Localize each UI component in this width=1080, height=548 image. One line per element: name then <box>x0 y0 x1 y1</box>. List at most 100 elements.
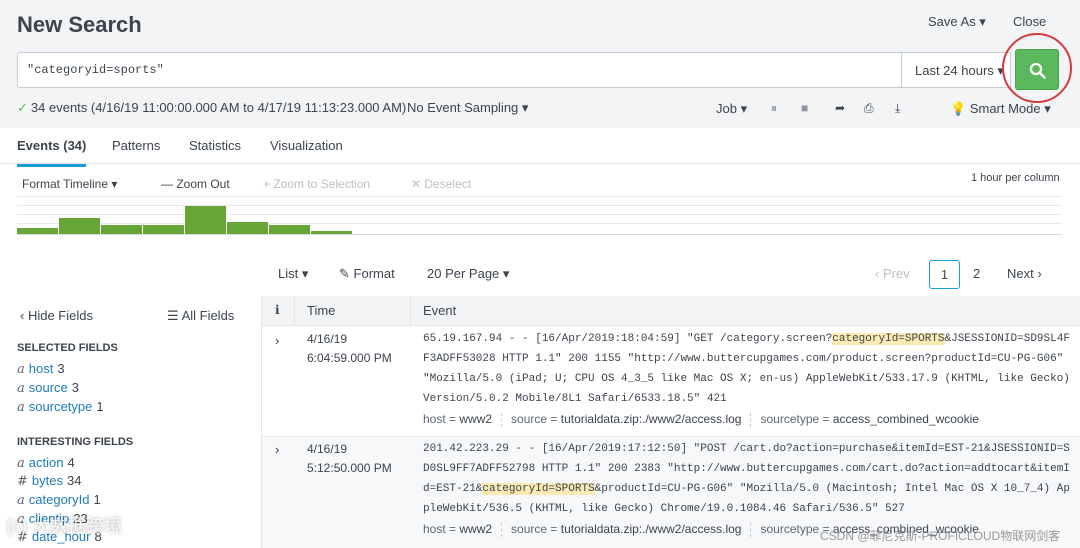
job-menu[interactable]: Job ▾ <box>716 101 747 117</box>
search-query-text[interactable]: "categoryid=sports" <box>27 63 164 77</box>
timeline-gridline <box>17 205 1062 206</box>
deselect-button[interactable]: ✕ Deselect <box>411 177 471 191</box>
time-range-picker[interactable]: Last 24 hours ▾ <box>901 52 1011 88</box>
timeline-bar[interactable] <box>227 222 269 234</box>
tab-patterns[interactable]: Patterns <box>112 138 160 153</box>
search-mode-label: Smart Mode ▾ <box>969 101 1051 116</box>
field-item[interactable]: a categoryId 1 <box>17 492 101 508</box>
share-icon[interactable]: ➦ <box>835 101 845 115</box>
timeline-scale-label: 1 hour per column <box>971 172 1060 184</box>
event-clock: 5:12:50.000 PM <box>307 461 392 475</box>
timeline-bar[interactable] <box>101 225 143 234</box>
host-key: host = <box>423 522 460 536</box>
field-name[interactable]: sourcetype <box>29 399 93 414</box>
timeline-gridline <box>17 196 1062 197</box>
field-item[interactable]: # bytes 34 <box>17 473 81 489</box>
export-icon[interactable]: ⤓ <box>895 101 900 116</box>
timeline-bar[interactable] <box>185 206 227 234</box>
field-count: 3 <box>57 361 65 376</box>
field-item[interactable]: a source 3 <box>17 380 79 396</box>
timeline-bar[interactable] <box>143 225 185 234</box>
search-mode-menu[interactable]: 💡 Smart Mode ▾ <box>950 101 1051 117</box>
chevron-left-icon: ‹ <box>20 308 28 323</box>
field-item[interactable]: a sourcetype 1 <box>17 399 104 415</box>
event-column-header[interactable]: Event <box>423 303 456 318</box>
column-divider <box>410 296 411 326</box>
tab-statistics[interactable]: Statistics <box>189 138 241 153</box>
all-fields-button[interactable]: ☰ All Fields <box>167 308 234 324</box>
zoom-to-selection-button[interactable]: + Zoom to Selection <box>263 177 370 191</box>
hide-fields-label: Hide Fields <box>27 308 93 323</box>
hide-fields-button[interactable]: ‹ Hide Fields <box>20 308 93 323</box>
save-as-menu[interactable]: Save As ▾ <box>928 14 986 30</box>
page-2-button[interactable]: 2 <box>973 266 980 281</box>
event-time: 4/16/19 5:12:50.000 PM <box>307 440 392 478</box>
timeline-bar[interactable] <box>59 218 101 234</box>
field-item[interactable]: a host 3 <box>17 361 65 377</box>
format-timeline-menu[interactable]: Format Timeline ▾ <box>22 177 117 191</box>
close-button[interactable]: Close <box>1013 14 1046 29</box>
timeline-bar[interactable] <box>17 228 59 234</box>
timeline-baseline <box>17 234 1062 235</box>
field-name[interactable]: action <box>29 455 64 470</box>
field-item[interactable]: a action 4 <box>17 455 75 471</box>
list-icon: ☰ <box>167 308 182 323</box>
pause-icon[interactable]: ⏸ <box>771 101 777 116</box>
field-name[interactable]: categoryId <box>29 492 90 507</box>
search-term-highlight[interactable]: categoryId=SPORTS <box>482 483 595 495</box>
prev-page-button[interactable]: ‹ Prev <box>875 266 910 281</box>
time-column-header[interactable]: Time <box>307 303 335 318</box>
next-page-button[interactable]: Next › <box>1007 266 1042 281</box>
host-value[interactable]: www2 <box>459 522 492 536</box>
current-page-button[interactable]: 1 <box>929 260 960 289</box>
meta-divider <box>501 522 503 537</box>
timeline-bar[interactable] <box>311 231 353 234</box>
field-count: 1 <box>93 492 101 507</box>
selected-fields-heading: SELECTED FIELDS <box>17 342 118 354</box>
search-input[interactable]: "categoryid=sports" <box>17 52 902 88</box>
table-row: › 4/16/19 6:04:59.000 PM 65.19.167.94 - … <box>262 326 1080 436</box>
info-column-header[interactable]: i <box>275 303 280 317</box>
per-page-menu[interactable]: 20 Per Page ▾ <box>427 266 509 282</box>
field-count: 34 <box>66 473 82 488</box>
source-value[interactable]: tutorialdata.zip:./www2/access.log <box>561 412 742 426</box>
sourcetype-value[interactable]: access_combined_wcookie <box>833 412 979 426</box>
field-count: 4 <box>67 455 75 470</box>
field-type-icon: a <box>17 493 25 508</box>
event-raw-text[interactable]: 201.42.223.29 - - [16/Apr/2019:17:12:50]… <box>423 439 1073 519</box>
expand-row-icon[interactable]: › <box>275 442 279 457</box>
tab-visualization[interactable]: Visualization <box>270 138 343 153</box>
search-term-highlight[interactable]: categoryId=SPORTS <box>832 333 945 345</box>
list-view-menu[interactable]: List ▾ <box>278 266 308 282</box>
event-text-before: 65.19.167.94 - - [16/Apr/2019:18:04:59] … <box>423 333 833 345</box>
format-button[interactable]: ✎ Format <box>339 266 395 282</box>
fields-sidebar: ‹ Hide Fields ☰ All Fields SELECTED FIEL… <box>0 296 262 548</box>
print-icon[interactable]: ⎙ <box>864 101 874 116</box>
field-name[interactable]: host <box>29 361 54 376</box>
timeline-chart[interactable] <box>17 196 1062 238</box>
column-divider <box>294 296 295 326</box>
annotation-circle <box>1002 33 1072 103</box>
sourcetype-key: sourcetype = <box>760 412 833 426</box>
all-fields-label: All Fields <box>181 308 235 323</box>
field-name[interactable]: source <box>29 380 68 395</box>
format-label: Format <box>353 266 395 281</box>
meta-divider <box>501 412 503 427</box>
event-raw-text[interactable]: 65.19.167.94 - - [16/Apr/2019:18:04:59] … <box>423 329 1073 409</box>
host-value[interactable]: www2 <box>459 412 492 426</box>
zoom-out-button[interactable]: — Zoom Out <box>161 177 230 191</box>
expand-row-icon[interactable]: › <box>275 333 279 348</box>
tab-events[interactable]: Events (34) <box>17 138 87 167</box>
source-value[interactable]: tutorialdata.zip:./www2/access.log <box>561 522 742 536</box>
event-sampling-menu[interactable]: No Event Sampling ▾ <box>407 100 528 116</box>
interesting-fields-heading: INTERESTING FIELDS <box>17 436 134 448</box>
field-type-icon: a <box>17 456 25 471</box>
event-date: 4/16/19 <box>307 442 348 456</box>
field-type-icon: a <box>17 400 25 415</box>
meta-divider <box>750 412 752 427</box>
field-name[interactable]: bytes <box>32 473 63 488</box>
stop-icon[interactable]: ■ <box>801 101 808 115</box>
timeline-gridline <box>17 214 1062 215</box>
timeline-gridline <box>17 223 1062 224</box>
timeline-bar[interactable] <box>269 225 311 234</box>
